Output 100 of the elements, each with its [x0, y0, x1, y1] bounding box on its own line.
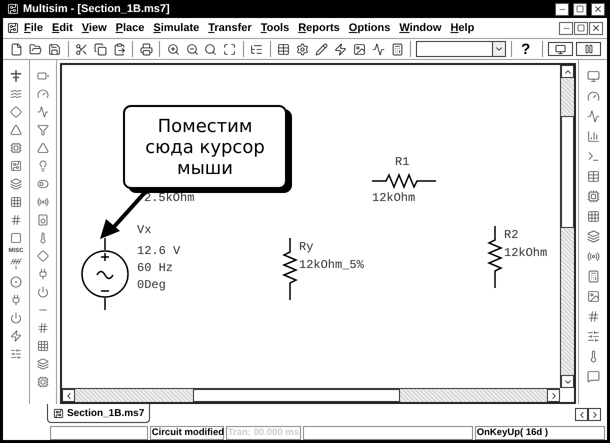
- speech-bubble-icon: [586, 370, 600, 382]
- calculator-icon: [390, 42, 404, 56]
- status-text: Circuit modified: [150, 426, 224, 440]
- menu-item[interactable]: Simulate: [149, 22, 204, 34]
- speaker-icon: [37, 214, 49, 226]
- diamond-icon: [37, 250, 49, 262]
- ac-source-symbol: [80, 238, 130, 310]
- zoom-out-icon: [186, 42, 198, 56]
- pause-icon: [584, 44, 594, 54]
- dropdown-field[interactable]: [416, 41, 506, 57]
- hash-icon: [10, 214, 22, 226]
- square-icon: [10, 232, 22, 244]
- plug-icon: [37, 268, 49, 280]
- monitor-icon: [586, 70, 600, 82]
- callout-text: Поместим сюда курсор мыши: [145, 116, 265, 178]
- battery-icon: [37, 70, 49, 82]
- restore-icon: [576, 5, 584, 13]
- gauge-icon: [37, 88, 49, 100]
- gauge-icon: [586, 90, 600, 102]
- scroll-right-button[interactable]: [547, 389, 560, 402]
- triangle-icon: [37, 142, 49, 154]
- tab-right-button[interactable]: [588, 408, 601, 421]
- menu-item[interactable]: Options: [344, 22, 394, 34]
- printer-icon: [140, 42, 153, 56]
- layers-icon: [37, 358, 49, 370]
- menu-item[interactable]: Tools: [256, 22, 294, 34]
- tab-left-button[interactable]: [575, 408, 588, 421]
- power-icon: [37, 286, 49, 298]
- chip-icon: [37, 376, 49, 388]
- resistor-symbol: [487, 226, 503, 288]
- menu-item[interactable]: Place: [112, 22, 148, 34]
- new-file-icon: [10, 42, 24, 56]
- menu-item[interactable]: Window: [395, 22, 446, 34]
- pencil-icon: [314, 42, 328, 56]
- minimize-button[interactable]: [559, 22, 573, 34]
- menu-item[interactable]: Reports: [294, 22, 344, 34]
- save-icon: [48, 42, 62, 56]
- layers-icon: [10, 178, 22, 190]
- menu-item[interactable]: Help: [446, 22, 478, 34]
- radio-icon: [586, 250, 600, 262]
- scroll-up-button[interactable]: [561, 65, 574, 78]
- help-button[interactable]: ?: [517, 40, 534, 58]
- menu-item[interactable]: File: [20, 22, 47, 34]
- chip-icon: [586, 190, 600, 202]
- copy-icon: [94, 42, 108, 56]
- scrollbar-thumb[interactable]: [561, 116, 574, 228]
- settings-icon: [296, 42, 309, 56]
- document-tab[interactable]: Section_1B.ms7: [47, 404, 150, 423]
- close-icon: [593, 4, 603, 14]
- funnel-icon: [37, 124, 49, 136]
- search-icon: [204, 42, 218, 56]
- sliders-icon: [10, 348, 22, 360]
- monitor-icon: [555, 44, 566, 54]
- bulb-icon: [37, 160, 49, 172]
- status-text: OnKeyUp( 16d ): [474, 426, 605, 440]
- picture-icon: [352, 42, 366, 56]
- triangle-icon: [10, 124, 22, 136]
- hash-icon: [37, 322, 49, 334]
- component-value: 60 Hz: [137, 261, 174, 275]
- menu-item[interactable]: View: [78, 22, 111, 34]
- pause-button[interactable]: [576, 42, 602, 56]
- close-icon: [591, 23, 601, 33]
- component-value: 0Deg: [137, 278, 166, 292]
- close-button[interactable]: [591, 2, 605, 16]
- vertical-scrollbar[interactable]: [560, 65, 574, 388]
- paste-icon: [112, 42, 126, 56]
- table-icon: [276, 42, 290, 56]
- restore-button[interactable]: [573, 2, 587, 16]
- window-title: Multisim - [Section_1B.ms7]: [23, 3, 171, 15]
- resistor-symbol: [282, 238, 298, 300]
- component-value: 12.6 V: [137, 244, 180, 258]
- menu-item[interactable]: Transfer: [204, 22, 256, 34]
- close-button[interactable]: [589, 22, 603, 34]
- toggle-icon: [37, 178, 49, 190]
- app-logo-icon: [7, 3, 19, 15]
- board-icon: [10, 160, 22, 172]
- picture-icon: [586, 290, 600, 302]
- horizontal-scrollbar[interactable]: [62, 388, 560, 402]
- simulate-button[interactable]: [548, 42, 574, 56]
- circle-icon: [10, 276, 22, 288]
- restore-button[interactable]: [574, 22, 588, 34]
- grid-icon: [37, 340, 49, 352]
- hierarchy-icon: [250, 42, 264, 56]
- component-value: 12kOhm_5%: [299, 258, 364, 272]
- menu-item[interactable]: Edit: [48, 22, 77, 34]
- wave-icon: [37, 106, 49, 118]
- minimize-button[interactable]: [555, 2, 569, 16]
- scroll-down-button[interactable]: [561, 375, 574, 388]
- plug-icon: [10, 294, 22, 306]
- dropdown-button[interactable]: [492, 42, 506, 56]
- component-name: Vx: [137, 223, 152, 237]
- scrollbar-thumb[interactable]: [193, 389, 400, 402]
- cut-icon: [75, 42, 88, 56]
- radio-icon: [37, 196, 49, 208]
- component-value: 2.5kOhm: [144, 191, 194, 205]
- grid-icon: [586, 210, 600, 222]
- wave-icon: [10, 88, 22, 100]
- power-icon: [10, 312, 22, 324]
- scroll-left-button[interactable]: [62, 389, 75, 402]
- table-icon: [586, 170, 600, 182]
